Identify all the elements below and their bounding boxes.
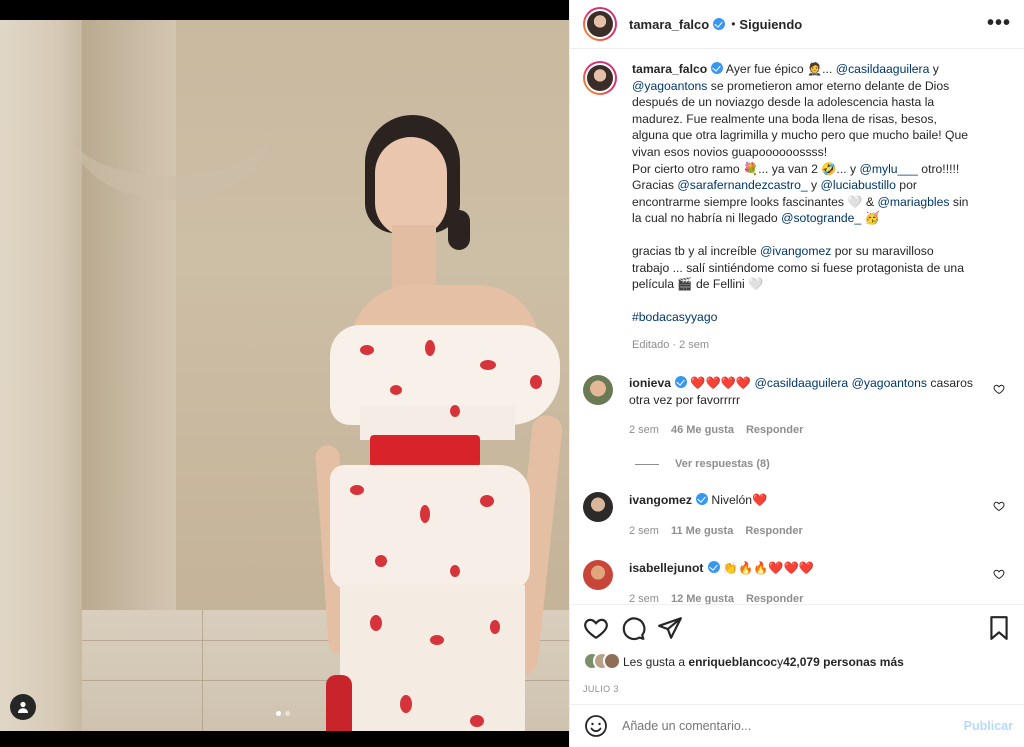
caption-author[interactable]: tamara_falco [632,62,707,76]
woman-in-dress [314,115,569,747]
commenter-username[interactable]: ionieva [629,376,671,390]
commenter-username[interactable]: ivangomez [629,493,692,507]
caption-edited-time: Editado · 2 sem [632,339,710,352]
hashtag-link[interactable]: #bodacasyyago [632,310,717,324]
red-belt [370,435,480,467]
photo-letterbox-bottom [0,731,569,747]
mention-link[interactable]: @sotogrande_ [781,211,861,225]
caption-author-avatar[interactable] [583,61,617,95]
comment-bubble-icon[interactable] [620,615,646,641]
mention-link[interactable]: @sarafernandezcastro_ [677,178,807,192]
carousel-dot-active [276,711,281,716]
post-caption: tamara_falco Ayer fue épico 🤵... @casild… [583,61,1013,354]
post-header: tamara_falco • Siguiendo ••• [570,0,1024,49]
photo-scene [0,20,569,747]
reply-button[interactable]: Responder [746,591,803,604]
liker-avatars[interactable] [583,652,623,672]
author-username[interactable]: tamara_falco [629,17,709,32]
comment-item: ionieva ❤️❤️❤️❤️ @casildaaguilera @yagoa… [583,375,1013,439]
author-avatar[interactable] [583,7,617,41]
verified-badge-icon [707,561,720,573]
mention-link[interactable]: @mariagbles [878,195,950,209]
comment-likes[interactable]: 12 Me gusta [671,591,734,604]
like-heart-icon[interactable] [583,615,609,641]
like-comment-icon[interactable] [993,383,1005,395]
reply-button[interactable]: Responder [746,422,803,439]
mention-link[interactable]: @luciabustillo [821,178,896,192]
following-button[interactable]: Siguiendo [739,17,802,32]
stone-arch [70,0,270,200]
comment-time[interactable]: 2 sem [629,523,659,540]
like-comment-icon[interactable] [993,568,1005,580]
verified-badge-icon [713,18,726,30]
comment-item: ivangomez Nivelón❤️ 2 sem 11 Me gusta Re… [583,492,1013,539]
likes-summary: Les gusta a enriqueblancoc y 42,079 pers… [583,652,904,672]
more-options-icon[interactable]: ••• [987,12,1011,35]
commenter-avatar[interactable] [583,375,613,405]
separator-dot: • [731,17,736,31]
mention-link[interactable]: @yagoantons [852,376,927,390]
mention-link[interactable]: @ivangomez [760,244,831,258]
verified-badge-icon [696,493,708,505]
share-paper-plane-icon[interactable] [657,615,683,641]
commenter-username[interactable]: isabellejunot [629,561,704,575]
comments-scroll-area[interactable]: tamara_falco Ayer fue épico 🤵... @casild… [570,49,1024,604]
like-comment-icon[interactable] [993,500,1005,512]
carousel-dot [285,711,290,716]
tagged-user-icon[interactable] [10,694,36,720]
carousel-indicator [276,711,290,716]
view-replies-button[interactable]: Ver respuestas (8) [635,458,770,470]
commenter-avatar[interactable] [583,492,613,522]
verified-badge-icon [711,62,724,74]
save-bookmark-icon[interactable] [986,615,1012,641]
liker-username[interactable]: enriqueblancoc [688,655,777,669]
commenter-avatar[interactable] [583,560,613,590]
mention-link[interactable]: @casildaaguilera [754,376,848,390]
mention-link[interactable]: @mylu___ [859,162,917,176]
likes-count[interactable]: 42,079 personas más [783,655,904,669]
post-date[interactable]: JULIO 3 [583,684,619,694]
emoji-picker-icon[interactable] [584,714,608,738]
comment-time[interactable]: 2 sem [629,422,659,439]
comment-time[interactable]: 2 sem [629,591,659,604]
comment-composer: Publicar [570,704,1024,747]
reply-button[interactable]: Responder [745,523,802,540]
post-action-bar [570,604,1024,650]
comment-item: isabellejunot 👏🔥🔥❤️❤️❤️ 2 sem 12 Me gust… [583,560,1013,604]
comment-likes[interactable]: 46 Me gusta [671,422,734,439]
post-photo[interactable] [0,0,569,747]
verified-badge-icon [675,376,687,388]
comment-input[interactable] [622,719,942,733]
caption-text: tamara_falco Ayer fue épico 🤵... @casild… [632,61,972,354]
mention-link[interactable]: @casildaaguilera [836,62,930,76]
mention-link[interactable]: @yagoantons [632,79,707,93]
comment-likes[interactable]: 11 Me gusta [671,523,733,540]
publish-button[interactable]: Publicar [964,719,1013,733]
post-details-panel: tamara_falco • Siguiendo ••• tamara_falc… [569,0,1024,747]
